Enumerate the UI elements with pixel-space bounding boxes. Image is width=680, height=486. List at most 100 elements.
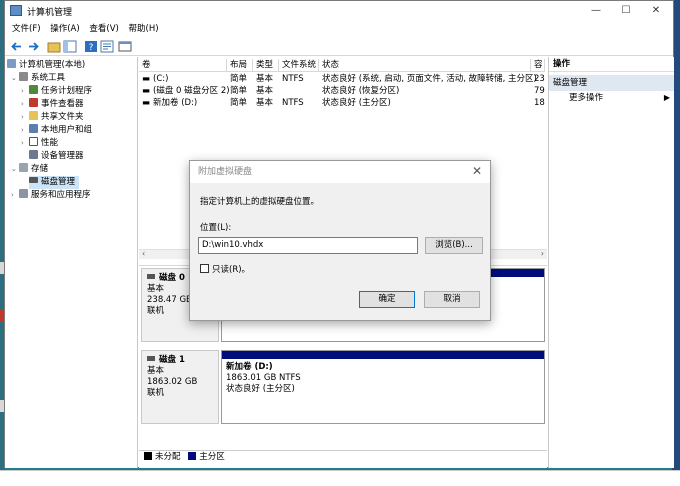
table-row[interactable]: ▬ (C:) 简单 基本 NTFS 状态良好 (系统, 启动, 页面文件, 活动… <box>139 73 545 85</box>
legend: 未分配 主分区 <box>139 450 547 464</box>
tree-performance[interactable]: › 性能 <box>21 137 58 150</box>
location-input[interactable]: D:\win10.vhdx <box>198 237 418 254</box>
menu-file[interactable]: 文件(F) <box>12 21 41 37</box>
tree-device-manager[interactable]: 设备管理器 <box>29 150 84 163</box>
tree-event-viewer[interactable]: › 事件查看器 <box>21 98 84 111</box>
help-button[interactable]: ? <box>84 40 98 53</box>
folder-icon <box>47 42 61 53</box>
actions-pane: 操作 磁盘管理 更多操作 ▶ <box>548 57 674 468</box>
ok-button[interactable]: 确定 <box>359 291 415 308</box>
tree-local-users[interactable]: › 本地用户和组 <box>21 124 92 137</box>
disk-1-label[interactable]: 磁盘 1 基本 1863.02 GB 联机 <box>141 350 219 424</box>
tree-disk-management[interactable]: 磁盘管理 <box>29 176 80 189</box>
col-type[interactable]: 类型 <box>253 59 279 72</box>
cancel-button[interactable]: 取消 <box>424 291 480 308</box>
checkbox-icon <box>200 264 209 273</box>
tree-label: 服务和应用程序 <box>31 190 91 200</box>
tree-label: 事件查看器 <box>41 99 84 109</box>
expand-icon: › <box>21 100 24 108</box>
legend-primary-swatch <box>188 452 197 460</box>
back-button[interactable] <box>10 40 24 53</box>
tree-label: 共享文件夹 <box>41 112 84 122</box>
cell-status: 状态良好 (恢复分区) <box>322 86 400 96</box>
tree-shared-folders[interactable]: › 共享文件夹 <box>21 111 84 124</box>
tools-icon <box>19 72 28 81</box>
toolbar: ? <box>5 38 673 56</box>
disk-1-name: 磁盘 1 <box>147 355 213 366</box>
menu-view[interactable]: 查看(V) <box>89 21 118 37</box>
dialog-close-button[interactable]: ✕ <box>472 164 482 178</box>
legend-unallocated: 未分配 <box>155 452 181 462</box>
disk-1-partition-d[interactable]: 新加卷 (D:) 1863.01 GB NTFS 状态良好 (主分区) <box>221 350 545 424</box>
forward-button[interactable] <box>26 40 40 53</box>
col-capacity[interactable]: 容 <box>531 59 545 72</box>
close-button[interactable]: ✕ <box>641 3 671 19</box>
disk-1-kind: 基本 <box>147 366 165 376</box>
cell-name: 新加卷 (D:) <box>153 98 198 108</box>
window-title: 计算机管理 <box>27 8 73 18</box>
computer-management-icon <box>10 5 22 16</box>
legend-unallocated-swatch <box>144 452 152 460</box>
cell-name: (C:) <box>153 74 169 84</box>
minimize-button[interactable]: — <box>581 3 611 19</box>
dialog-description: 指定计算机上的虚拟硬盘位置。 <box>200 197 320 207</box>
disk-1-size: 1863.02 GB <box>147 377 198 387</box>
partition-size: 1863.01 GB NTFS <box>226 373 301 383</box>
cell-fs: NTFS <box>282 74 304 84</box>
navigation-tree: 计算机管理(本地) ⌄ 系统工具 › 任务计划程序 › 事件查看器 › 共享文件夹 › 本… <box>5 57 138 468</box>
svg-text:?: ? <box>89 43 94 53</box>
volume-icon: ▬ <box>142 74 151 84</box>
properties-button[interactable] <box>100 40 114 53</box>
clock-icon <box>29 85 38 94</box>
col-volume[interactable]: 卷 <box>139 59 227 72</box>
console-button[interactable] <box>118 40 132 53</box>
tree-services-apps[interactable]: › 服务和应用程序 <box>11 189 91 202</box>
expand-icon: › <box>21 126 24 134</box>
services-icon <box>19 189 28 198</box>
partition-status: 状态良好 (主分区) <box>226 384 295 394</box>
col-status[interactable]: 状态 <box>319 59 531 72</box>
tree-task-scheduler[interactable]: › 任务计划程序 <box>21 85 92 98</box>
browse-button[interactable]: 浏览(B)... <box>425 237 483 254</box>
performance-icon <box>29 137 38 146</box>
tree-label: 系统工具 <box>31 73 66 83</box>
tree-root[interactable]: 计算机管理(本地) <box>7 59 85 72</box>
cell-name: (磁盘 0 磁盘分区 2) <box>153 86 230 96</box>
computer-icon <box>7 59 16 68</box>
table-row[interactable]: ▬ 新加卷 (D:) 简单 基本 NTFS 状态良好 (主分区) 18 <box>139 97 545 109</box>
attach-vhd-dialog: 附加虚拟硬盘 ✕ 指定计算机上的虚拟硬盘位置。 位置(L): D:\win10.… <box>189 160 491 321</box>
tree-storage[interactable]: ⌄ 存储 <box>11 163 48 176</box>
maximize-button[interactable]: ☐ <box>611 3 641 19</box>
up-folder-button[interactable] <box>47 40 61 53</box>
console-icon <box>118 41 132 52</box>
col-layout[interactable]: 布局 <box>227 59 253 72</box>
table-row[interactable]: ▬ (磁盘 0 磁盘分区 2) 简单 基本 状态良好 (恢复分区) 79 <box>139 85 545 97</box>
collapse-icon: ⌄ <box>11 74 17 82</box>
location-label: 位置(L): <box>200 223 232 233</box>
readonly-checkbox[interactable]: 只读(R)。 <box>200 264 250 275</box>
tree-label: 任务计划程序 <box>41 86 93 96</box>
volume-icon: ▬ <box>142 86 151 96</box>
storage-icon <box>19 163 28 172</box>
cell-capacity: 79 <box>534 86 545 96</box>
more-actions-item[interactable]: 更多操作 ▶ <box>549 91 674 105</box>
chevron-right-icon: ▶ <box>663 93 670 102</box>
scroll-left-icon[interactable]: ‹ <box>142 249 145 258</box>
col-filesystem[interactable]: 文件系统 <box>279 59 319 72</box>
cell-layout: 简单 <box>230 86 248 96</box>
expand-icon: › <box>21 139 24 147</box>
expand-icon: › <box>21 113 24 121</box>
tree-system-tools[interactable]: ⌄ 系统工具 <box>11 72 65 85</box>
disk-1-state: 联机 <box>147 388 165 398</box>
menu-help[interactable]: 帮助(H) <box>129 21 159 37</box>
cell-layout: 简单 <box>230 74 248 84</box>
scroll-right-icon[interactable]: › <box>541 249 544 258</box>
partition-name: 新加卷 (D:) <box>226 362 273 372</box>
menu-action[interactable]: 操作(A) <box>50 21 79 37</box>
actions-section-disk-management[interactable]: 磁盘管理 <box>549 75 674 91</box>
show-hide-tree-button[interactable] <box>63 40 77 53</box>
tree-label: 存储 <box>31 164 49 174</box>
cell-fs: NTFS <box>282 98 304 108</box>
taskbar-strip <box>0 470 680 486</box>
cell-status: 状态良好 (主分区) <box>322 98 391 108</box>
